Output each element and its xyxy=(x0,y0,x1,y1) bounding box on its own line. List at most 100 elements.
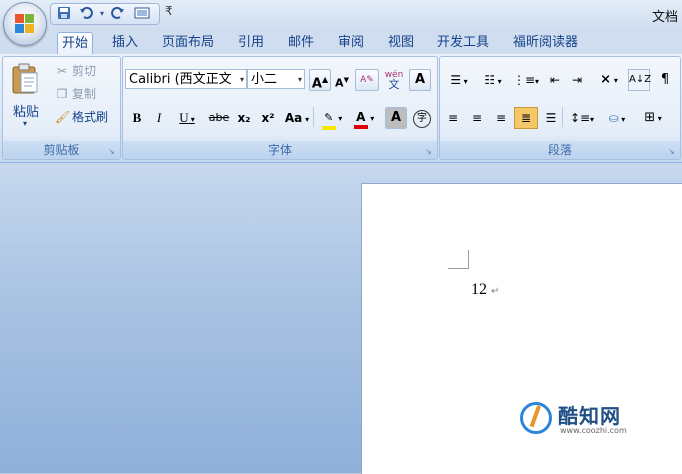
print-preview-icon[interactable] xyxy=(133,6,151,22)
title-bar: ▾ ₹ 文档 xyxy=(0,0,682,30)
character-border-icon: A xyxy=(414,72,426,87)
decrease-indent-icon: ⇤ xyxy=(549,73,561,87)
grow-font-button[interactable]: A▲ xyxy=(309,69,331,91)
borders-button[interactable]: ⊞ ▾ xyxy=(636,107,670,129)
superscript-icon: x² xyxy=(261,111,275,125)
multilevel-list-button[interactable]: ⋮≡▾ xyxy=(510,69,542,91)
paste-button[interactable]: 粘贴 xyxy=(13,101,39,120)
format-painter-label: 格式刷 xyxy=(72,110,109,124)
character-shading-icon: A xyxy=(390,110,402,125)
tab-label: 页面布局 xyxy=(162,35,215,50)
bold-button[interactable]: B xyxy=(127,107,147,129)
font-dialog-launcher-icon[interactable]: ↘ xyxy=(425,147,434,156)
watermark-url: www.coozhi.com xyxy=(560,426,627,435)
paragraph-mark-icon: ¶ xyxy=(660,72,670,87)
redo-icon[interactable] xyxy=(109,6,127,22)
bold-icon: B xyxy=(132,110,142,125)
paste-dropdown-icon[interactable]: ▾ xyxy=(23,119,27,128)
tab-foxit-reader[interactable]: 福昕阅读器 xyxy=(509,32,582,54)
increase-indent-icon: ⇥ xyxy=(571,73,583,87)
subscript-icon: x₂ xyxy=(237,111,251,125)
tab-home[interactable]: 开始 xyxy=(57,32,94,55)
justify-button[interactable]: ≣ xyxy=(514,107,538,129)
show-marks-button[interactable]: ¶ xyxy=(654,69,676,91)
copy-button[interactable]: ❐ 复制 xyxy=(55,85,96,102)
font-color-button[interactable]: A ▾ xyxy=(349,107,379,129)
separator xyxy=(562,107,563,127)
chinese-layout-button[interactable]: ⨯ ▾ xyxy=(592,69,626,91)
shrink-font-button[interactable]: A▼ xyxy=(331,69,353,91)
cut-label: 剪切 xyxy=(72,64,97,78)
line-spacing-button[interactable]: ↕≡▾ xyxy=(566,107,598,129)
character-shading-button[interactable]: A xyxy=(385,107,407,129)
format-painter-button[interactable]: 🖌 格式刷 xyxy=(55,108,108,125)
copy-icon: ❐ xyxy=(56,87,68,101)
office-button[interactable] xyxy=(3,2,47,46)
quick-access-toolbar: ▾ xyxy=(50,3,160,25)
save-icon[interactable] xyxy=(55,6,73,22)
font-group-label: 字体 xyxy=(123,141,437,159)
subscript-button[interactable]: x₂ xyxy=(233,107,255,129)
tab-label: 福昕阅读器 xyxy=(513,35,579,50)
enclose-characters-button[interactable]: 字 xyxy=(411,107,433,129)
line-spacing-icon: ↕≡ xyxy=(569,111,591,125)
decrease-indent-button[interactable]: ⇤ xyxy=(544,69,566,91)
highlighter-icon: ✎ xyxy=(321,112,336,130)
character-border-button[interactable]: A xyxy=(409,69,431,91)
tab-label: 邮件 xyxy=(288,35,315,50)
bullets-button[interactable]: ☰ ▾ xyxy=(442,69,476,91)
align-right-button[interactable]: ≡ xyxy=(490,107,512,129)
paste-icon[interactable] xyxy=(11,63,41,95)
align-left-button[interactable]: ≡ xyxy=(442,107,464,129)
strikethrough-button[interactable]: abe xyxy=(205,107,233,129)
paragraph-mark: ↵ xyxy=(491,286,500,297)
tab-references[interactable]: 引用 xyxy=(234,32,268,54)
tab-label: 审阅 xyxy=(338,35,365,50)
shading-button[interactable]: ⛀ ▾ xyxy=(600,107,634,129)
sort-icon: A↓Z xyxy=(629,74,652,85)
sort-button[interactable]: A↓Z xyxy=(628,69,652,91)
italic-button[interactable]: I xyxy=(149,107,169,129)
text-highlight-button[interactable]: ✎ ▾ xyxy=(317,107,347,130)
tab-view[interactable]: 视图 xyxy=(384,32,418,54)
clipboard-dialog-launcher-icon[interactable]: ↘ xyxy=(108,147,117,156)
paragraph-dialog-launcher-icon[interactable]: ↘ xyxy=(668,147,677,156)
increase-indent-button[interactable]: ⇥ xyxy=(566,69,588,91)
multilevel-list-icon: ⋮≡ xyxy=(512,73,536,87)
tab-label: 开始 xyxy=(62,36,89,51)
copy-label: 复制 xyxy=(72,87,97,101)
tab-label: 视图 xyxy=(388,35,415,50)
clear-formatting-button[interactable]: A✎ xyxy=(355,69,379,91)
align-right-icon: ≡ xyxy=(495,111,507,125)
tab-developer[interactable]: 开发工具 xyxy=(433,32,493,54)
shrink-font-icon: A xyxy=(335,76,344,90)
font-name-combobox[interactable]: Calibri (西文正文 ▾ xyxy=(125,69,247,89)
paint-bucket-icon: ⛀ xyxy=(608,111,619,125)
ribbon-tabs: 开始 插入 页面布局 引用 邮件 审阅 视图 开发工具 福昕阅读器 xyxy=(0,30,682,55)
cut-button[interactable]: ✂ 剪切 xyxy=(55,62,96,79)
chinese-layout-icon: ⨯ xyxy=(600,72,612,87)
tab-insert[interactable]: 插入 xyxy=(108,32,142,54)
tab-mailings[interactable]: 邮件 xyxy=(284,32,318,54)
align-center-button[interactable]: ≡ xyxy=(466,107,488,129)
paragraph-group-label: 段落 xyxy=(440,141,680,159)
customize-qat-icon[interactable]: ₹ xyxy=(165,4,173,18)
superscript-button[interactable]: x² xyxy=(257,107,279,129)
phonetic-guide-button[interactable]: wén 文 xyxy=(381,69,407,91)
grow-font-icon: A xyxy=(311,76,322,92)
tab-page-layout[interactable]: 页面布局 xyxy=(158,32,218,54)
watermark-name: 酷知网 xyxy=(558,404,621,428)
font-name-value: Calibri (西文正文 xyxy=(129,72,232,87)
clipboard-group-label: 剪贴板 xyxy=(3,141,120,159)
enclose-characters-icon: 字 xyxy=(413,110,431,128)
format-painter-icon: 🖌 xyxy=(55,110,71,124)
tab-review[interactable]: 审阅 xyxy=(334,32,368,54)
margin-corner-mark xyxy=(448,250,469,269)
distributed-button[interactable]: ☰ xyxy=(540,107,562,129)
numbering-button[interactable]: ☷ ▾ xyxy=(476,69,510,91)
italic-icon: I xyxy=(156,110,162,125)
change-case-button[interactable]: Aa ▾ xyxy=(281,107,313,129)
document-text[interactable]: 12 xyxy=(471,281,487,299)
font-size-combobox[interactable]: 小二 ▾ xyxy=(247,69,305,89)
underline-button[interactable]: U ▾ xyxy=(173,107,201,129)
